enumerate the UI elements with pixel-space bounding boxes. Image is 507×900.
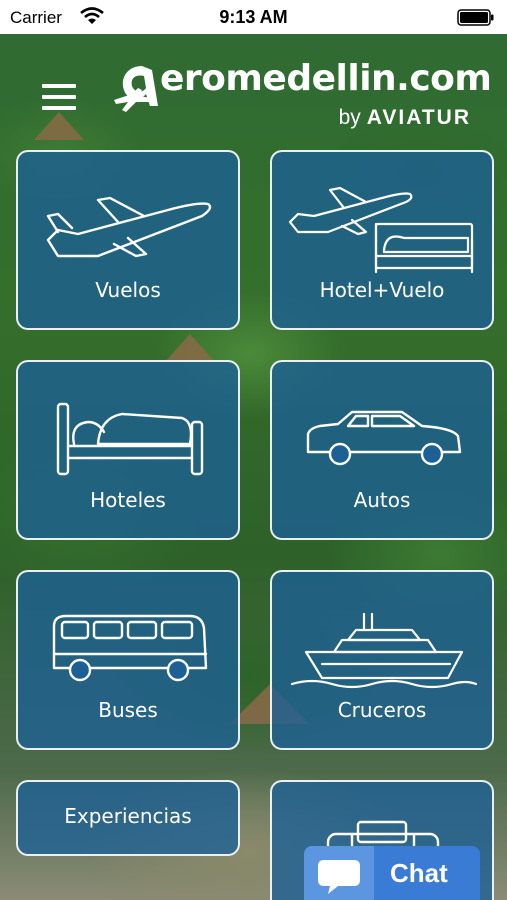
- tile-autos[interactable]: Autos: [270, 360, 494, 540]
- logo-by: by: [338, 106, 361, 129]
- tile-vuelos[interactable]: Vuelos: [16, 150, 240, 330]
- car-icon: [306, 410, 462, 466]
- logo-text: eromedellin.com: [160, 58, 492, 99]
- hotel-flight-icon: [288, 186, 474, 274]
- tile-experiencias[interactable]: Experiencias: [16, 780, 240, 856]
- chat-icon-container: [304, 846, 374, 900]
- tile-hotel-vuelo[interactable]: Hotel+Vuelo: [270, 150, 494, 330]
- status-bar: Carrier 9:13 AM: [0, 0, 507, 34]
- logo-subtitle: by AVIATUR: [339, 106, 471, 130]
- tile-label: Hoteles: [90, 488, 166, 512]
- clock: 9:13 AM: [219, 7, 288, 27]
- tile-cruceros[interactable]: Cruceros: [270, 570, 494, 750]
- tile-label: Autos: [353, 488, 411, 512]
- tile-label: Vuelos: [95, 278, 161, 302]
- ship-icon: [290, 612, 478, 689]
- airplane-icon: [46, 196, 212, 258]
- tile-hoteles[interactable]: Hoteles: [16, 360, 240, 540]
- logo-brand: AVIATUR: [366, 106, 471, 129]
- chat-bubble-icon: [318, 860, 360, 894]
- tile-label: Buses: [98, 698, 158, 722]
- bus-icon: [52, 614, 208, 682]
- hamburger-menu-icon[interactable]: [42, 84, 76, 114]
- chat-button[interactable]: Chat: [304, 846, 480, 900]
- logo-a-plane-icon: [114, 66, 158, 112]
- tile-label: Hotel+Vuelo: [319, 278, 445, 302]
- tile-buses[interactable]: Buses: [16, 570, 240, 750]
- aeromedellin-logo: eromedellin.com by AVIATUR: [112, 56, 492, 136]
- chat-label: Chat: [390, 858, 448, 888]
- header: eromedellin.com by AVIATUR: [0, 34, 507, 144]
- hut-shape: [165, 334, 215, 362]
- tile-label: Experiencias: [64, 804, 192, 828]
- battery-icon: [457, 9, 494, 26]
- tile-label: Cruceros: [337, 698, 427, 722]
- bed-icon: [56, 402, 204, 476]
